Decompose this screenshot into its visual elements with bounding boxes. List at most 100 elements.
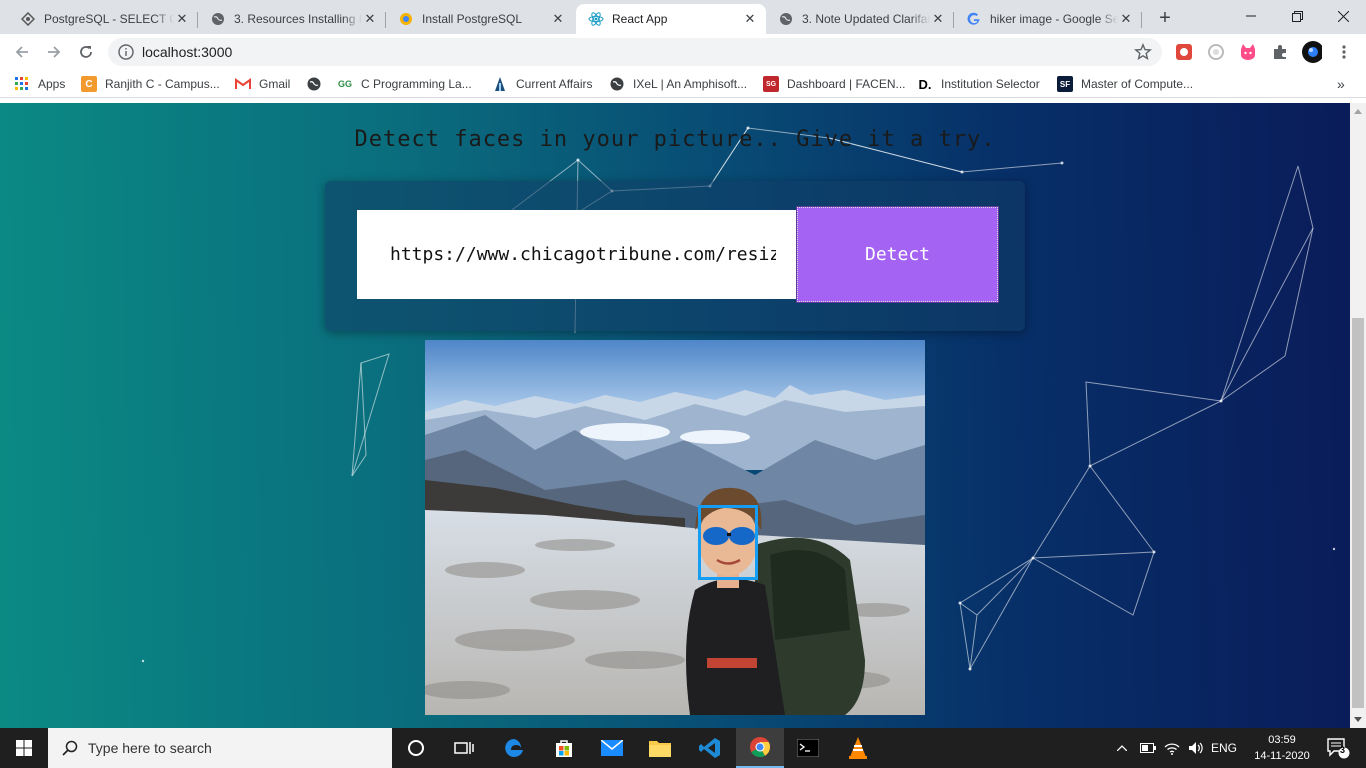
globe-icon [609, 76, 625, 92]
wifi-icon[interactable] [1162, 728, 1182, 768]
extension-cat-icon[interactable] [1238, 42, 1258, 62]
task-view-icon[interactable] [440, 728, 488, 768]
restore-icon[interactable] [1274, 0, 1320, 32]
edge-browser-icon[interactable] [490, 728, 538, 768]
profile-avatar[interactable] [1302, 41, 1322, 63]
bookmark-gmail[interactable]: Gmail [235, 75, 290, 93]
bookmark-master-computer[interactable]: SF Master of Compute... [1057, 75, 1193, 93]
chrome-menu-icon[interactable] [1334, 42, 1354, 62]
windows-start-icon[interactable] [0, 728, 48, 768]
bookmark-dashboard[interactable]: SG Dashboard | FACEN... [763, 75, 906, 93]
scroll-down-arrow-icon[interactable] [1350, 712, 1366, 728]
tab-close-icon[interactable]: ✕ [174, 11, 190, 27]
cortana-icon[interactable] [392, 728, 440, 768]
geeksforgeeks-icon: GG [337, 79, 352, 89]
tab-note-clarifai[interactable]: 3. Note Updated Clarifai API ✕ [766, 4, 954, 34]
minimize-icon[interactable] [1228, 0, 1274, 32]
face-bounding-box [698, 505, 758, 580]
taskbar-search-box[interactable]: Type here to search [48, 728, 392, 768]
bookmark-globe[interactable] [306, 75, 330, 93]
globe-favicon-icon [210, 11, 226, 27]
tab-strip: PostgreSQL - SELECT Query ✕ 3. Resources… [0, 0, 1366, 34]
tab-title: 3. Note Updated Clarifai API [802, 12, 930, 26]
clock-date: 14-11-2020 [1254, 750, 1310, 762]
tab-hiker-image-search[interactable]: hiker image - Google Search ✕ [954, 4, 1142, 34]
tray-chevron-up-icon[interactable] [1114, 728, 1130, 768]
battery-icon[interactable] [1138, 728, 1158, 768]
notifications-icon[interactable]: 3 [1318, 728, 1358, 768]
bookmark-c-programming[interactable]: GG C Programming La... [337, 75, 472, 93]
bookmark-label: Institution Selector [941, 77, 1040, 91]
search-placeholder: Type here to search [88, 740, 212, 756]
bookmark-current-affairs[interactable]: Current Affairs [492, 75, 592, 93]
new-tab-plus-icon[interactable]: + [1154, 7, 1176, 29]
tab-install-postgresql[interactable]: Install PostgreSQL ✕ [386, 4, 574, 34]
globe-favicon-icon [778, 11, 794, 27]
image-url-input[interactable] [357, 210, 798, 299]
chrome-icon[interactable] [736, 728, 784, 768]
tab-react-app[interactable]: React App ✕ [576, 4, 766, 34]
tab-title: hiker image - Google Search [990, 12, 1118, 26]
tab-title: PostgreSQL - SELECT Query [44, 12, 174, 26]
bookmark-label: Current Affairs [516, 77, 593, 91]
detect-button[interactable]: Detect [796, 206, 999, 303]
input-language[interactable]: ENG [1208, 728, 1240, 768]
bookmark-star-icon[interactable] [1134, 42, 1152, 64]
bookmark-label: Apps [38, 77, 66, 91]
scroll-up-arrow-icon[interactable] [1350, 103, 1366, 119]
page-viewport: Detect faces in your picture.. Give it a… [0, 103, 1350, 728]
globe-icon [306, 76, 322, 92]
tab-close-icon[interactable]: ✕ [550, 11, 566, 27]
bookmark-institution-selector[interactable]: D. Institution Selector [917, 75, 1040, 93]
bookmark-label: IXeL | An Amphisoft... [633, 77, 748, 91]
reload-icon[interactable] [72, 38, 100, 66]
taskbar-clock[interactable]: 03:59 14-11-2020 [1254, 732, 1310, 764]
page-subtitle: Detect faces in your picture.. Give it a… [354, 127, 996, 152]
current-affairs-icon [492, 76, 508, 92]
bookmarks-overflow-chevron[interactable]: » [1337, 75, 1345, 93]
info-icon[interactable] [118, 44, 134, 63]
extension-red-icon[interactable] [1174, 42, 1194, 62]
extension-circle-icon[interactable] [1206, 42, 1226, 62]
search-icon [62, 740, 78, 756]
terminal-icon[interactable] [784, 728, 832, 768]
store-icon[interactable] [540, 728, 588, 768]
extensions-puzzle-icon[interactable] [1270, 42, 1290, 62]
hiker-photo-illustration [425, 340, 925, 715]
bookmark-label: Master of Compute... [1081, 77, 1194, 91]
mail-icon[interactable] [588, 728, 636, 768]
windows-taskbar: Type here to search ENG 03:59 14-11-2020… [0, 728, 1366, 768]
vlc-icon[interactable] [834, 728, 882, 768]
bookmark-label: Ranjith C - Campus... [105, 77, 220, 91]
bookmark-label: Dashboard | FACEN... [787, 77, 906, 91]
bookmarks-bar: Apps C Ranjith C - Campus... Gmail GG C … [0, 70, 1366, 98]
tab-resources-installing[interactable]: 3. Resources Installing PostgreSQL ✕ [198, 4, 386, 34]
vscode-icon[interactable] [686, 728, 734, 768]
clock-time: 03:59 [1268, 734, 1296, 746]
file-explorer-icon[interactable] [636, 728, 684, 768]
page-scrollbar[interactable] [1350, 103, 1366, 728]
back-arrow-icon[interactable] [8, 38, 36, 66]
forward-arrow-icon[interactable] [40, 38, 68, 66]
bookmark-label: C Programming La... [361, 77, 472, 91]
tab-title: Install PostgreSQL [422, 12, 523, 26]
bookmark-campus[interactable]: C Ranjith C - Campus... [81, 75, 220, 93]
tab-close-icon[interactable]: ✕ [362, 11, 378, 27]
url-text[interactable]: localhost:3000 [142, 44, 232, 60]
bookmark-apps[interactable]: Apps [14, 75, 65, 93]
hiker-photo [425, 340, 925, 715]
tab-postgres-select[interactable]: PostgreSQL - SELECT Query ✕ [8, 4, 198, 34]
apps-grid-icon [14, 76, 30, 92]
tab-close-icon[interactable]: ✕ [1118, 11, 1134, 27]
volume-icon[interactable] [1186, 728, 1206, 768]
bookmark-ixel[interactable]: IXeL | An Amphisoft... [609, 75, 747, 93]
scrollbar-thumb[interactable] [1352, 318, 1364, 708]
close-window-icon[interactable] [1320, 0, 1366, 32]
tab-close-icon[interactable]: ✕ [930, 11, 946, 27]
tab-title: React App [612, 12, 668, 26]
dashboard-icon: SG [763, 76, 779, 92]
tab-close-icon[interactable]: ✕ [742, 11, 758, 27]
sf-icon: SF [1057, 76, 1073, 92]
address-bar[interactable]: localhost:3000 [108, 38, 1162, 66]
react-favicon-icon [588, 11, 604, 27]
